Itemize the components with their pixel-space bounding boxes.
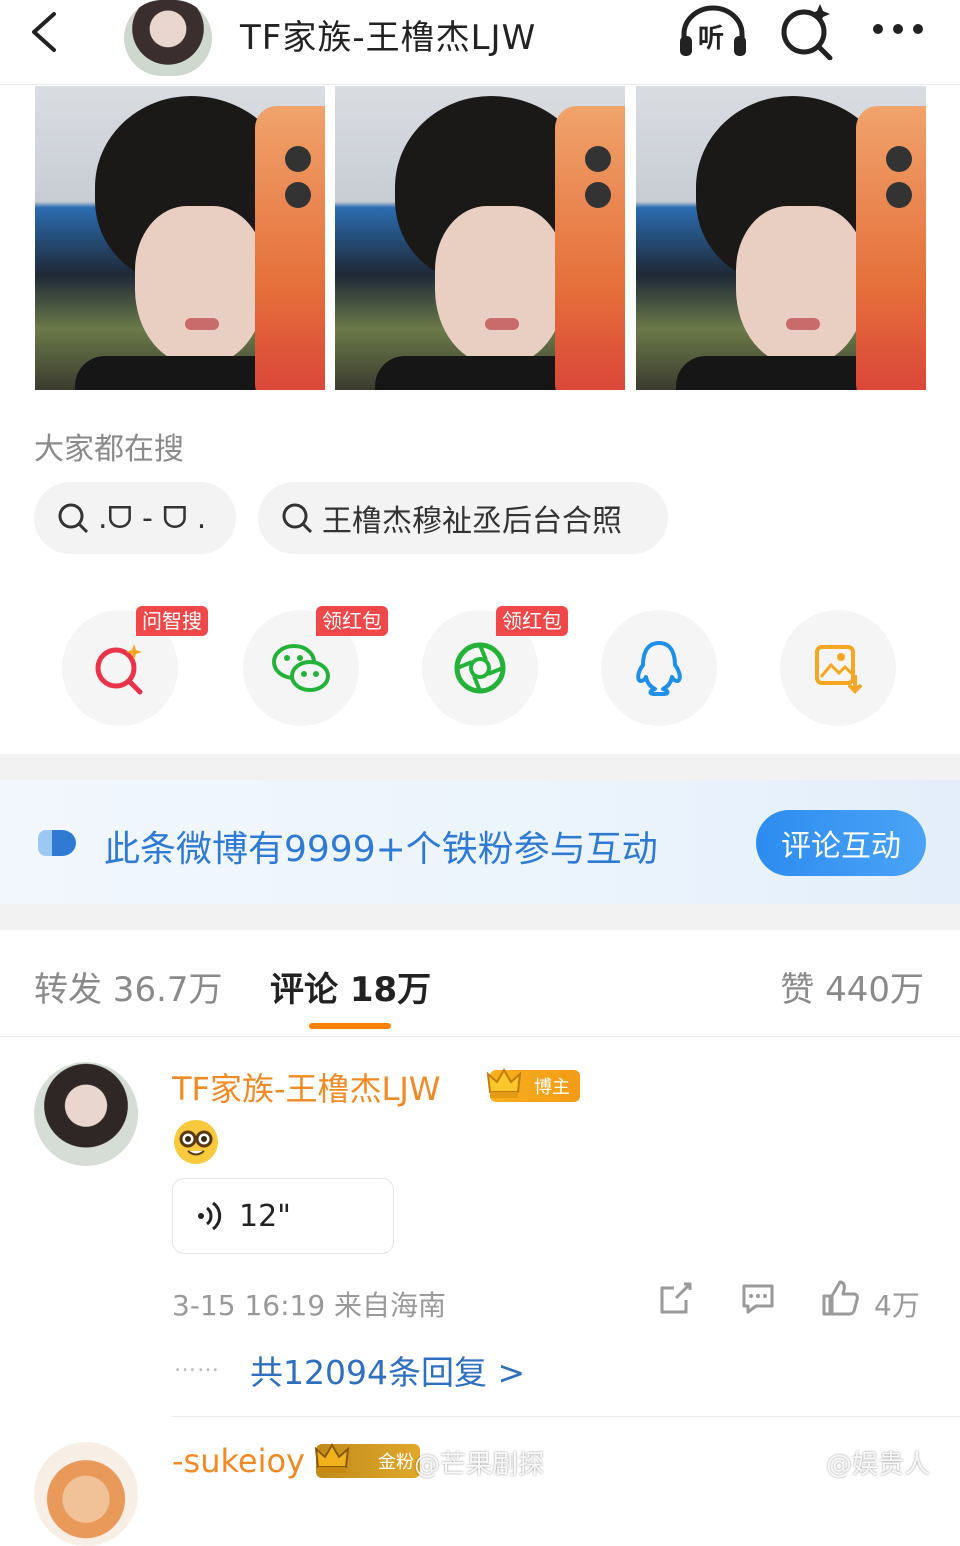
tab-likes[interactable]: 赞 440万 [780,962,924,1011]
qq-icon [636,641,682,696]
crown-icon [314,1443,350,1473]
header-avatar[interactable] [124,0,212,76]
comment-author[interactable]: TF家族-王橹杰LJW [172,1064,440,1110]
comment-author[interactable]: -sukeioy [172,1442,305,1480]
voice-length: 12" [239,1198,291,1234]
section-divider [0,754,960,780]
fan-badge: 金粉 [314,1443,420,1478]
search-chip-2[interactable]: 王橹杰穆祉丞后台合照 [258,482,668,554]
moments-icon [454,642,506,694]
wechat-icon [272,644,330,692]
fan-badge-label: 金粉 [378,1452,414,1473]
voice-icon [198,1201,222,1231]
comment-icon[interactable] [738,1278,778,1318]
voice-message[interactable]: 12" [172,1178,394,1254]
repost-icon[interactable] [656,1278,696,1318]
tab-repost[interactable]: 转发 36.7万 [34,962,223,1011]
more-icon[interactable] [868,14,928,44]
crown-icon [486,1068,522,1098]
watermark-left: @芒果剧探 [414,1450,545,1480]
post-image-3[interactable] [636,86,926,390]
interaction-icon [38,830,76,856]
back-icon[interactable] [20,8,68,56]
active-tab-indicator [309,1023,391,1029]
divider [0,1036,960,1037]
post-image-2[interactable] [335,86,625,390]
divider [172,1416,960,1417]
tab-comments[interactable]: 评论 18万 [270,962,431,1011]
comment-meta: 3-15 16:19 来自海南 [172,1289,447,1322]
share-save-image-button[interactable] [780,610,896,726]
share-badge: 领红包 [316,606,388,636]
author-badge-label: 博主 [534,1077,570,1098]
avatar[interactable] [34,1442,138,1546]
search-icon [282,503,313,534]
author-badge: 博主 [486,1068,580,1102]
listen-button[interactable]: 听 [678,4,748,60]
banner-text: 此条微博有9999+个铁粉参与互动 [104,829,658,870]
replies-dots: …… [174,1352,220,1377]
avatar[interactable] [34,1062,138,1166]
page-title[interactable]: TF家族-王橹杰LJW [240,10,536,59]
post-image-1[interactable] [35,86,325,390]
nerd-emoji-icon [174,1120,218,1164]
view-replies-link[interactable]: 共12094条回复 > [250,1346,525,1394]
search-icon [58,503,89,534]
search-chip-1[interactable]: .ᗜ - ᗜ . [34,482,236,554]
search-chip-label: .ᗜ - ᗜ . [98,500,207,536]
search-chip-label: 王橹杰穆祉丞后台合照 [322,504,622,539]
share-qq-button[interactable] [601,610,717,726]
comment-interact-button[interactable]: 评论互动 [756,810,926,876]
listen-label: 听 [698,24,725,54]
like-count: 4万 [874,1289,920,1322]
like-icon[interactable] [820,1278,860,1318]
watermark-right: @娱贵人 [826,1450,931,1480]
search-icon[interactable] [776,0,836,60]
search-heading: 大家都在搜 [34,432,184,467]
save-image-icon [815,645,863,694]
section-divider [0,904,960,930]
share-badge: 领红包 [496,606,568,636]
ai-search-icon [95,644,143,695]
share-badge: 问智搜 [136,606,208,636]
